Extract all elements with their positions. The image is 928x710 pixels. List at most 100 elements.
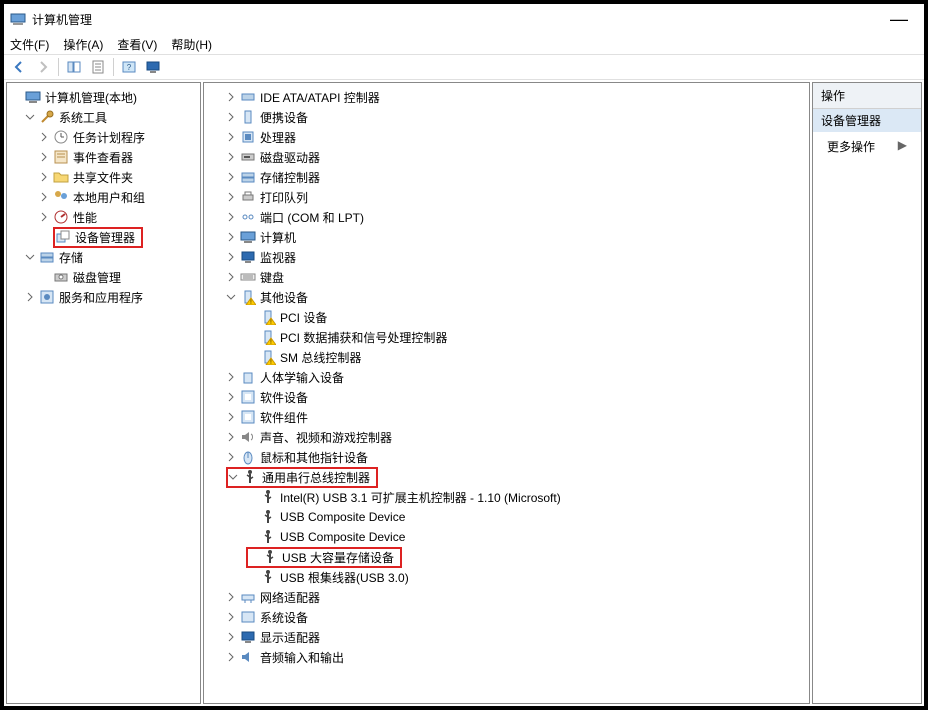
expand-icon[interactable] — [226, 112, 240, 122]
expand-icon[interactable] — [226, 452, 240, 462]
expand-icon[interactable] — [226, 132, 240, 142]
dev-computer[interactable]: 计算机 — [204, 227, 809, 247]
actions-more[interactable]: 更多操作 ▶ — [813, 132, 921, 161]
warn-icon: ! — [260, 329, 276, 345]
expand-icon[interactable] — [226, 212, 240, 222]
tree-item-label: USB 根集线器(USB 3.0) — [280, 569, 409, 586]
dev-usb-composite-2[interactable]: USB Composite Device — [204, 527, 809, 547]
dev-mice[interactable]: 鼠标和其他指针设备 — [204, 447, 809, 467]
nav-local-users[interactable]: 本地用户和组 — [7, 187, 200, 207]
menu-help[interactable]: 帮助(H) — [171, 36, 212, 53]
menu-file[interactable]: 文件(F) — [10, 36, 49, 53]
expand-icon[interactable] — [226, 392, 240, 402]
dev-software[interactable]: 软件设备 — [204, 387, 809, 407]
expand-icon[interactable] — [39, 192, 53, 202]
expand-icon[interactable] — [226, 612, 240, 622]
tree-item-label: Intel(R) USB 3.1 可扩展主机控制器 - 1.10 (Micros… — [280, 489, 561, 506]
expand-icon[interactable] — [226, 192, 240, 202]
tree-item-label: 便携设备 — [260, 109, 308, 126]
nav-performance[interactable]: 性能 — [7, 207, 200, 227]
expand-icon[interactable] — [25, 292, 39, 302]
dev-usb-composite-1[interactable]: USB Composite Device — [204, 507, 809, 527]
menu-view[interactable]: 查看(V) — [117, 36, 157, 53]
nav-disk-management[interactable]: 磁盘管理 — [7, 267, 200, 287]
expand-icon[interactable] — [226, 272, 240, 282]
expand-icon[interactable] — [39, 152, 53, 162]
dev-usb-mass-storage[interactable]: USB 大容量存储设备 — [204, 547, 809, 567]
nav-storage[interactable]: 存储 — [7, 247, 200, 267]
expand-icon[interactable] — [39, 212, 53, 222]
dev-ide[interactable]: IDE ATA/ATAPI 控制器 — [204, 87, 809, 107]
monitor-icon — [240, 629, 256, 645]
expand-icon[interactable] — [25, 252, 39, 262]
toolbar-forward-icon[interactable] — [32, 56, 54, 78]
nav-task-scheduler[interactable]: 任务计划程序 — [7, 127, 200, 147]
menu-action[interactable]: 操作(A) — [63, 36, 103, 53]
nav-root[interactable]: 计算机管理(本地) — [7, 87, 200, 107]
dev-storage-controllers[interactable]: 存储控制器 — [204, 167, 809, 187]
dev-sound[interactable]: 声音、视频和游戏控制器 — [204, 427, 809, 447]
dev-portable[interactable]: 便携设备 — [204, 107, 809, 127]
tree-item-label: PCI 设备 — [280, 309, 327, 326]
dev-other-pci[interactable]: ! PCI 设备 — [204, 307, 809, 327]
toolbar-monitor-icon[interactable] — [142, 56, 164, 78]
expand-icon[interactable] — [226, 252, 240, 262]
dev-ports[interactable]: 端口 (COM 和 LPT) — [204, 207, 809, 227]
content-area: 计算机管理(本地) 系统工具 任务计划程序 事件查看器 共享文件夹 本地用户和组… — [4, 80, 924, 706]
window-title: 计算机管理 — [32, 11, 880, 28]
dev-other-smbus[interactable]: ! SM 总线控制器 — [204, 347, 809, 367]
expand-icon[interactable] — [226, 432, 240, 442]
expand-icon[interactable] — [226, 652, 240, 662]
expand-icon[interactable] — [226, 92, 240, 102]
dev-monitors[interactable]: 监视器 — [204, 247, 809, 267]
expand-icon[interactable] — [226, 232, 240, 242]
warn-icon: ! — [260, 309, 276, 325]
dev-network[interactable]: 网络适配器 — [204, 587, 809, 607]
dev-usb-root-hub[interactable]: USB 根集线器(USB 3.0) — [204, 567, 809, 587]
dev-other[interactable]: ! 其他设备 — [204, 287, 809, 307]
expand-icon[interactable] — [228, 472, 242, 482]
expand-icon[interactable] — [226, 592, 240, 602]
computer-icon — [25, 89, 41, 105]
dev-disk-drives[interactable]: 磁盘驱动器 — [204, 147, 809, 167]
nav-event-viewer[interactable]: 事件查看器 — [7, 147, 200, 167]
device-tree-pane[interactable]: IDE ATA/ATAPI 控制器 便携设备 处理器 磁盘驱动器 存储控制器 打… — [203, 82, 810, 704]
nav-device-manager[interactable]: 设备管理器 — [7, 227, 200, 247]
dev-other-pci-signal[interactable]: ! PCI 数据捕获和信号处理控制器 — [204, 327, 809, 347]
tree-item-label: 处理器 — [260, 129, 296, 146]
dev-display[interactable]: 显示适配器 — [204, 627, 809, 647]
nav-shared-folders[interactable]: 共享文件夹 — [7, 167, 200, 187]
minimize-button[interactable]: — — [880, 9, 918, 30]
storage-icon — [240, 169, 256, 185]
nav-services-apps[interactable]: 服务和应用程序 — [7, 287, 200, 307]
dev-keyboards[interactable]: 键盘 — [204, 267, 809, 287]
toolbar: ? — [4, 54, 924, 80]
tree-item-label: 音频输入和输出 — [260, 649, 344, 666]
printer-icon — [240, 189, 256, 205]
tree-item-label: 其他设备 — [260, 289, 308, 306]
dev-usb-host[interactable]: Intel(R) USB 3.1 可扩展主机控制器 - 1.10 (Micros… — [204, 487, 809, 507]
dev-system[interactable]: 系统设备 — [204, 607, 809, 627]
nav-tree-pane[interactable]: 计算机管理(本地) 系统工具 任务计划程序 事件查看器 共享文件夹 本地用户和组… — [6, 82, 201, 704]
expand-icon[interactable] — [25, 112, 39, 122]
expand-icon[interactable] — [39, 172, 53, 182]
dev-software-components[interactable]: 软件组件 — [204, 407, 809, 427]
expand-icon[interactable] — [226, 412, 240, 422]
nav-system-tools[interactable]: 系统工具 — [7, 107, 200, 127]
expand-icon[interactable] — [39, 132, 53, 142]
expand-icon[interactable] — [226, 152, 240, 162]
usb-icon — [260, 509, 276, 525]
expand-icon[interactable] — [226, 372, 240, 382]
expand-icon[interactable] — [226, 632, 240, 642]
toolbar-show-hide-tree-icon[interactable] — [63, 56, 85, 78]
expand-icon[interactable] — [226, 172, 240, 182]
toolbar-back-icon[interactable] — [8, 56, 30, 78]
dev-usb[interactable]: 通用串行总线控制器 — [204, 467, 809, 487]
dev-audio-io[interactable]: 音频输入和输出 — [204, 647, 809, 667]
dev-print-queues[interactable]: 打印队列 — [204, 187, 809, 207]
toolbar-properties-icon[interactable] — [87, 56, 109, 78]
dev-processors[interactable]: 处理器 — [204, 127, 809, 147]
toolbar-help-icon[interactable]: ? — [118, 56, 140, 78]
dev-hid[interactable]: 人体学输入设备 — [204, 367, 809, 387]
expand-icon[interactable] — [226, 292, 240, 302]
